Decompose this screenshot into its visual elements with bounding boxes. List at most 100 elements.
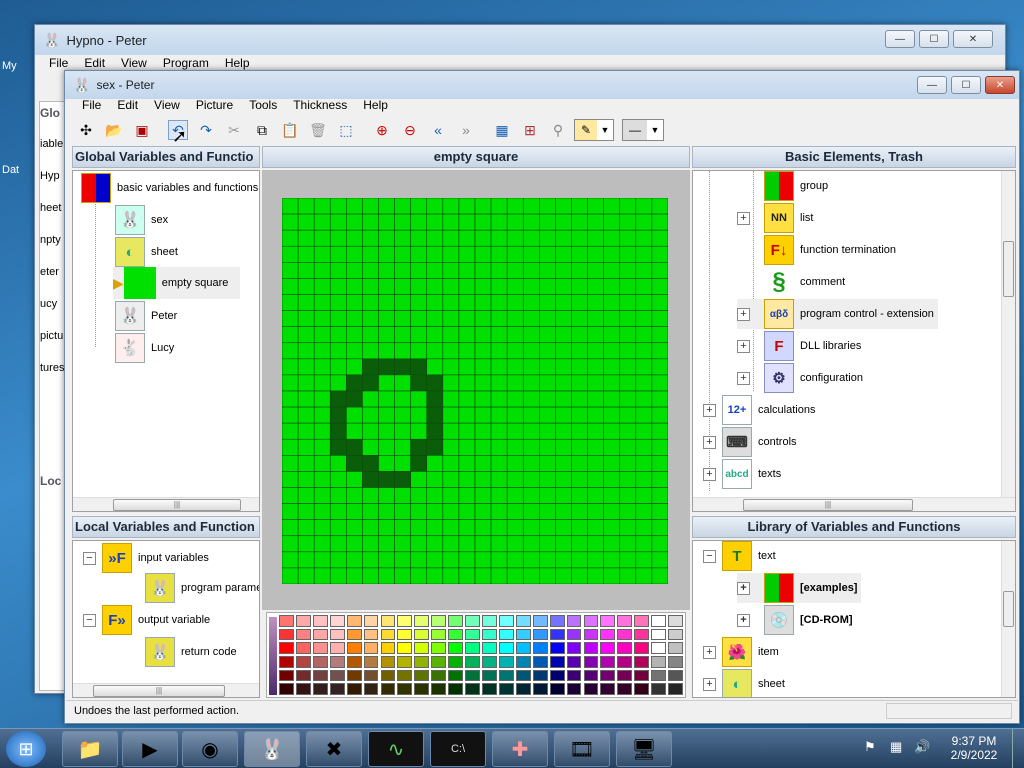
expand-icon[interactable]: + <box>737 307 750 321</box>
palette-swatch[interactable] <box>668 628 683 641</box>
pixel-cell[interactable] <box>522 229 540 247</box>
pixel-cell[interactable] <box>539 487 556 504</box>
pixel-cell[interactable] <box>603 294 621 311</box>
pixel-cell[interactable] <box>362 358 379 376</box>
palette-swatch[interactable] <box>363 628 379 641</box>
pixel-cell[interactable] <box>506 551 524 569</box>
tree-node-cd-rom[interactable]: + 💿 [CD-ROM] <box>737 605 853 635</box>
pixel-cell[interactable] <box>346 262 363 279</box>
pixel-cell[interactable] <box>603 358 621 376</box>
pixel-cell[interactable] <box>378 390 395 408</box>
palette-swatch[interactable] <box>312 656 328 668</box>
palette-swatch[interactable] <box>651 628 667 641</box>
pixel-cell[interactable] <box>410 245 428 263</box>
pixel-cell[interactable] <box>378 326 395 344</box>
palette-swatch[interactable] <box>329 642 345 654</box>
pixel-cell[interactable] <box>297 342 315 360</box>
pixel-cell[interactable] <box>313 294 331 311</box>
pixel-cell[interactable] <box>635 567 653 584</box>
pixel-cell[interactable] <box>635 262 653 279</box>
pixel-cell[interactable] <box>313 455 331 472</box>
pixel-cell[interactable] <box>313 471 331 488</box>
pixel-cell[interactable] <box>522 455 540 472</box>
pixel-cell[interactable] <box>651 374 668 392</box>
pixel-cell[interactable] <box>555 438 572 456</box>
pixel-cell[interactable] <box>522 342 540 360</box>
cut-icon[interactable]: ✂ <box>224 120 244 140</box>
pixel-cell[interactable] <box>458 342 476 360</box>
pixel-cell[interactable] <box>506 535 524 553</box>
tree-node-texts[interactable]: + abcd texts <box>703 459 781 489</box>
pixel-cell[interactable] <box>297 422 315 440</box>
pixel-cell[interactable] <box>555 567 572 584</box>
pixel-cell[interactable] <box>346 245 363 263</box>
pixel-cell[interactable] <box>394 245 411 263</box>
pixel-cell[interactable] <box>571 551 588 569</box>
pixel-cell[interactable] <box>378 519 395 537</box>
palette-swatch[interactable] <box>380 628 396 641</box>
pixel-cell[interactable] <box>282 487 299 504</box>
pixel-cell[interactable] <box>458 519 476 537</box>
pixel-cell[interactable] <box>474 406 492 424</box>
pixel-cell[interactable] <box>651 519 668 537</box>
pixel-cell[interactable] <box>442 487 460 504</box>
minimize-button[interactable]: — <box>917 76 947 94</box>
pixel-cell[interactable] <box>378 245 395 263</box>
pixel-cell[interactable] <box>587 229 604 247</box>
pixel-cell[interactable] <box>587 374 604 392</box>
pixel-cell[interactable] <box>442 278 460 295</box>
pixel-cell[interactable] <box>426 245 444 263</box>
pixel-cell[interactable] <box>522 519 540 537</box>
pixel-cell[interactable] <box>410 519 428 537</box>
pixel-cell[interactable] <box>426 294 444 311</box>
palette-swatch[interactable] <box>329 615 345 627</box>
palette-swatch[interactable] <box>448 615 464 627</box>
pixel-cell[interactable] <box>571 487 588 504</box>
pixel-cell[interactable] <box>297 406 315 424</box>
pixel-cell[interactable] <box>522 487 540 504</box>
pixel-cell[interactable] <box>555 471 572 488</box>
palette-swatch[interactable] <box>329 669 345 682</box>
pixel-cell[interactable] <box>619 198 637 215</box>
palette-swatch[interactable] <box>498 615 514 627</box>
tree-node-input-variables[interactable]: − »F input variables <box>83 543 209 573</box>
pixel-cell[interactable] <box>297 213 315 231</box>
pixel-cell[interactable] <box>555 245 572 263</box>
expand-icon[interactable]: + <box>737 371 750 385</box>
pixel-cell[interactable] <box>313 278 331 295</box>
palette-swatch[interactable] <box>668 683 683 695</box>
pixel-cell[interactable] <box>651 503 668 520</box>
pixel-cell[interactable] <box>394 213 411 231</box>
taskbar-cross-app-icon[interactable]: ✚ <box>492 731 548 767</box>
pixel-cell[interactable] <box>619 245 637 263</box>
pixel-cell[interactable] <box>458 551 476 569</box>
pixel-cell[interactable] <box>490 198 508 215</box>
expand-icon[interactable]: + <box>703 403 716 417</box>
pixel-cell[interactable] <box>522 198 540 215</box>
palette-swatch[interactable] <box>566 669 582 682</box>
tree-node-peter[interactable]: 🐰 Peter <box>115 301 177 331</box>
pixel-cell[interactable] <box>426 438 444 456</box>
outer-close-button[interactable]: ✕ <box>953 30 993 48</box>
pixel-cell[interactable] <box>442 551 460 569</box>
pixel-cell[interactable] <box>394 551 411 569</box>
pixel-cell[interactable] <box>362 229 379 247</box>
palette-swatch[interactable] <box>397 615 413 627</box>
pixel-cell[interactable] <box>313 213 331 231</box>
pixel-cell[interactable] <box>426 503 444 520</box>
pixel-cell[interactable] <box>539 390 556 408</box>
palette-swatch[interactable] <box>346 683 362 695</box>
pixel-cell[interactable] <box>587 213 604 231</box>
pixel-cell[interactable] <box>490 455 508 472</box>
pixel-cell[interactable] <box>651 229 668 247</box>
pixel-cell[interactable] <box>474 245 492 263</box>
pixel-cell[interactable] <box>297 551 315 569</box>
pixel-cell[interactable] <box>539 213 556 231</box>
pixel-cell[interactable] <box>329 310 347 327</box>
pixel-cell[interactable] <box>619 567 637 584</box>
pixel-cell[interactable] <box>458 535 476 553</box>
pixel-cell[interactable] <box>442 326 460 344</box>
tree-node-list[interactable]: + NN list <box>737 203 813 233</box>
pixel-cell[interactable] <box>426 455 444 472</box>
pixel-cell[interactable] <box>635 471 653 488</box>
